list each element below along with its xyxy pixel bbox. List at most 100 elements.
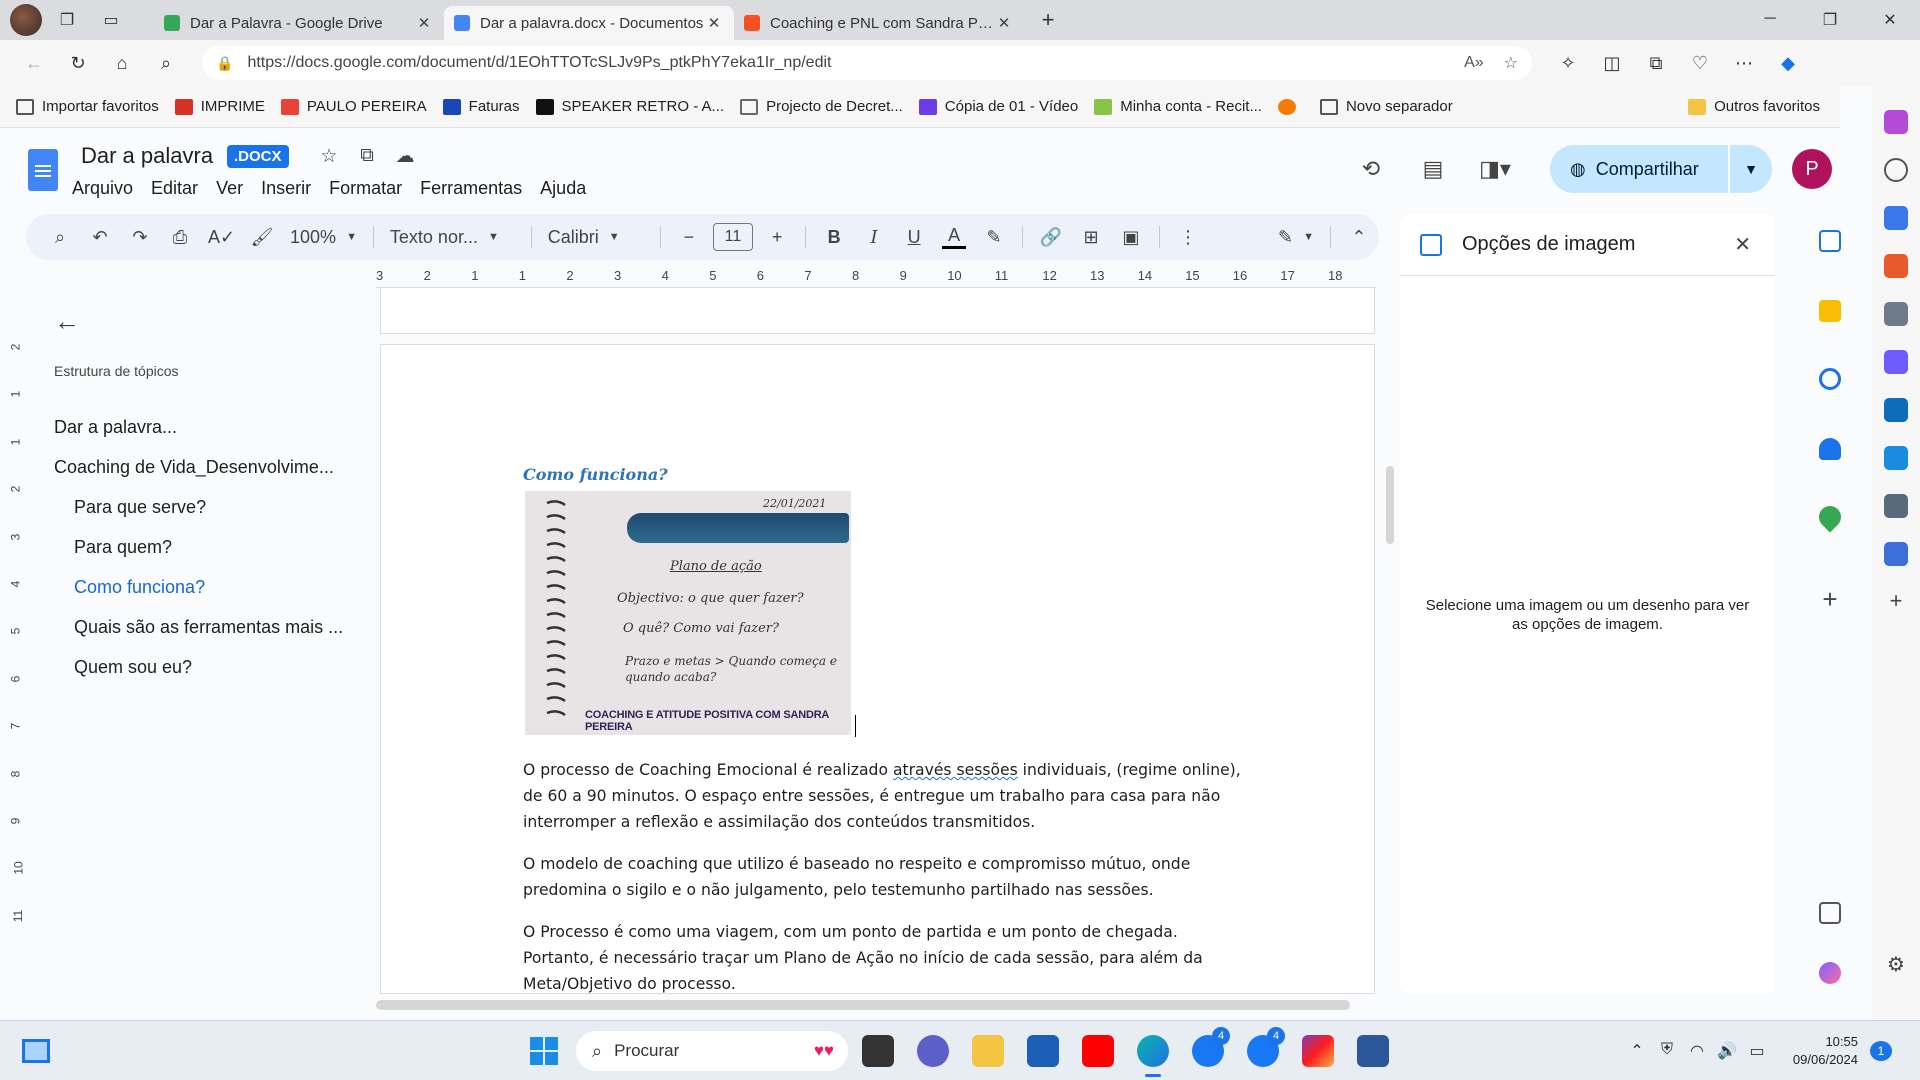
- user-avatar[interactable]: P: [1792, 149, 1832, 189]
- back-button[interactable]: ←: [12, 53, 56, 74]
- menu-ver[interactable]: Ver: [216, 176, 243, 201]
- paragraph-3[interactable]: O Processo é como uma viagem, com um pon…: [523, 919, 1243, 993]
- spelling-suggestion[interactable]: através sessões: [893, 761, 1018, 779]
- text-color-button[interactable]: A: [942, 225, 967, 249]
- redo-icon[interactable]: ↷: [128, 227, 152, 248]
- contacts-icon[interactable]: [1819, 438, 1841, 460]
- new-tab-button[interactable]: +: [1030, 7, 1066, 33]
- section-heading[interactable]: Como funciona?: [523, 465, 668, 484]
- tab-blog[interactable]: Coaching e PNL com Sandra Pereira ✕: [734, 6, 1024, 40]
- battery-icon[interactable]: ▭: [1742, 1041, 1772, 1061]
- profile-avatar[interactable]: [10, 4, 42, 36]
- refresh-button[interactable]: ↻: [56, 53, 100, 74]
- move-folder-icon[interactable]: ⧉: [348, 145, 386, 168]
- bookmark-conta[interactable]: Minha conta - Recit...: [1094, 98, 1262, 115]
- close-icon[interactable]: ✕: [704, 14, 724, 32]
- wifi-icon[interactable]: ◠: [1682, 1041, 1712, 1061]
- workspaces-icon[interactable]: ❐: [48, 5, 86, 35]
- paint-format-icon[interactable]: 🖌: [250, 227, 274, 248]
- horizontal-ruler[interactable]: 3 2 1 1 2 3 4 5 6 7 8 9 10 11 12 13 14 15 16 17 18: [376, 266, 1376, 288]
- share-button[interactable]: ◍ Compartilhar: [1550, 145, 1728, 193]
- docs-logo-icon[interactable]: [28, 149, 58, 191]
- editing-mode-select[interactable]: ✎ ▼: [1278, 227, 1314, 248]
- more-menu-icon[interactable]: ⋯: [1722, 53, 1766, 74]
- security-icon[interactable]: ⛨: [1652, 1041, 1682, 1061]
- notification-count[interactable]: 1: [1870, 1041, 1892, 1061]
- outline-item[interactable]: Quem sou eu?: [54, 647, 354, 687]
- meet-icon[interactable]: ◨▾: [1464, 156, 1526, 182]
- cloud-status-icon[interactable]: ☁: [386, 145, 424, 168]
- collections-icon[interactable]: ⧉: [1634, 53, 1678, 74]
- bookmark-video[interactable]: Cópia de 01 - Vídeo: [918, 98, 1078, 115]
- comments-icon[interactable]: ▤: [1402, 156, 1464, 182]
- chevron-up-icon[interactable]: ⌃: [1622, 1041, 1652, 1061]
- menu-arquivo[interactable]: Arquivo: [72, 176, 133, 201]
- outline-item[interactable]: Coaching de Vida_Desenvolvime...: [54, 447, 354, 487]
- outlook-icon[interactable]: [1884, 398, 1908, 422]
- facebook-icon[interactable]: 4: [1192, 1027, 1230, 1067]
- tab-docs[interactable]: Dar a palavra.docx - Documentos ✕: [444, 6, 734, 40]
- undo-icon[interactable]: ↶: [88, 227, 112, 248]
- facebook-icon[interactable]: 4: [1247, 1027, 1285, 1067]
- outline-item[interactable]: Para que serve?: [54, 487, 354, 527]
- bookmark-orange[interactable]: [1277, 98, 1304, 115]
- store-icon[interactable]: [1027, 1035, 1059, 1067]
- instagram-icon[interactable]: [1302, 1035, 1334, 1067]
- widgets-icon[interactable]: [22, 1039, 50, 1063]
- clock[interactable]: 10:55 09/06/2024: [1786, 1033, 1858, 1069]
- close-panel-button[interactable]: ✕: [1734, 232, 1751, 257]
- vertical-scrollbar[interactable]: [1386, 466, 1394, 544]
- chat-icon[interactable]: [917, 1035, 949, 1067]
- share-dropdown-button[interactable]: ▼: [1730, 145, 1772, 193]
- spellcheck-icon[interactable]: A✓: [208, 227, 235, 248]
- read-aloud-icon[interactable]: A»: [1464, 54, 1484, 72]
- tools-icon[interactable]: [1884, 254, 1908, 278]
- volume-icon[interactable]: 🔊: [1712, 1041, 1742, 1061]
- settings-icon[interactable]: ⚙: [1884, 954, 1908, 978]
- previous-page[interactable]: [380, 288, 1375, 334]
- font-size-input[interactable]: 11: [712, 223, 754, 251]
- youtube-icon[interactable]: [1082, 1035, 1114, 1067]
- close-icon[interactable]: ✕: [994, 14, 1014, 32]
- bookmark-others[interactable]: Outros favoritos: [1688, 98, 1820, 115]
- bookmark-speaker[interactable]: SPEAKER RETRO - A...: [535, 98, 724, 115]
- word-icon[interactable]: [1357, 1035, 1389, 1067]
- font-select[interactable]: Calibri ▼: [548, 227, 644, 248]
- browser-essentials-icon[interactable]: ♡: [1678, 53, 1722, 74]
- tab-drive[interactable]: Dar a Palavra - Google Drive ✕: [154, 6, 444, 40]
- print-icon[interactable]: [1884, 542, 1908, 566]
- decrease-font-size-button[interactable]: −: [677, 227, 701, 248]
- maps-icon[interactable]: [1814, 501, 1846, 533]
- collapse-menus-icon[interactable]: ⌃: [1347, 227, 1371, 248]
- send-icon[interactable]: [1884, 446, 1908, 470]
- shopping-icon[interactable]: [1884, 206, 1908, 230]
- add-icon[interactable]: +: [1884, 590, 1908, 614]
- menu-inserir[interactable]: Inserir: [261, 176, 311, 201]
- bold-button[interactable]: B: [822, 227, 846, 248]
- translate-icon[interactable]: [1819, 902, 1841, 924]
- search-menus-icon[interactable]: ⌕: [48, 227, 72, 248]
- games-icon[interactable]: [1884, 302, 1908, 326]
- outline-item-active[interactable]: Como funciona?: [54, 567, 354, 607]
- document-page[interactable]: Como funciona? 22/01/2021 Plano de ação …: [380, 344, 1375, 994]
- tasks-icon[interactable]: [1819, 368, 1841, 390]
- insert-image-icon[interactable]: ▣: [1119, 227, 1143, 248]
- menu-formatar[interactable]: Formatar: [329, 176, 402, 201]
- more-options-icon[interactable]: ⋮: [1176, 227, 1200, 248]
- increase-font-size-button[interactable]: +: [765, 227, 789, 248]
- close-icon[interactable]: ✕: [414, 14, 434, 32]
- tab-actions-icon[interactable]: ▭: [92, 5, 130, 35]
- star-icon[interactable]: ☆: [310, 145, 348, 168]
- bookmark-novo-separador[interactable]: Novo separador: [1319, 98, 1453, 115]
- microsoft365-icon[interactable]: [1884, 350, 1908, 374]
- home-button[interactable]: ⌂: [100, 53, 144, 74]
- bookmark-faturas[interactable]: Faturas: [442, 98, 520, 115]
- url-field[interactable]: 🔒 https://docs.google.com/document/d/1EO…: [202, 46, 1532, 80]
- maximize-button[interactable]: ❐: [1800, 10, 1860, 30]
- close-outline-icon[interactable]: ←: [54, 306, 354, 337]
- bookmark-projecto[interactable]: Projecto de Decret...: [740, 98, 903, 115]
- add-comment-icon[interactable]: ⊞: [1079, 227, 1103, 248]
- bookmark-imprime[interactable]: IMPRIME: [174, 98, 265, 115]
- ai-brain-icon[interactable]: [1819, 962, 1841, 984]
- extensions-icon[interactable]: ✧: [1546, 53, 1590, 74]
